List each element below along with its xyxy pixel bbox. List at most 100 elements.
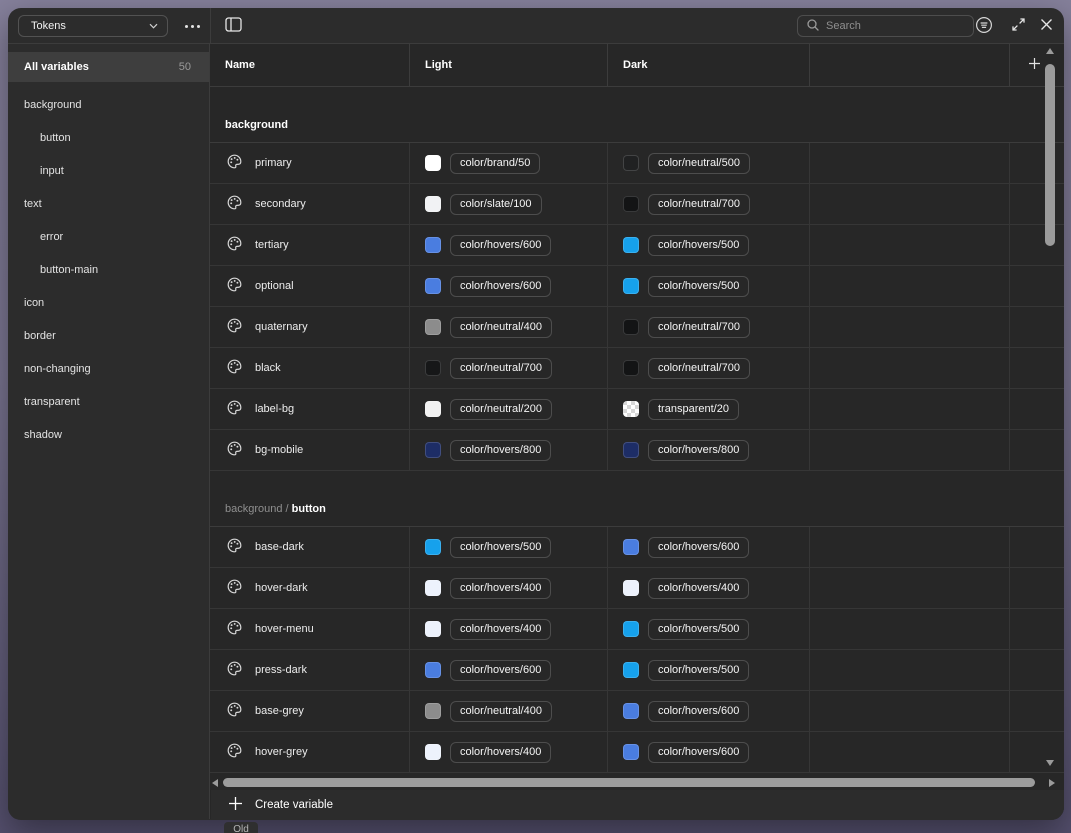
sidebar-item-background[interactable]: background: [8, 89, 209, 122]
scroll-up-arrow[interactable]: [1046, 48, 1054, 54]
search-field[interactable]: [797, 15, 974, 37]
sidebar-item-all-variables[interactable]: All variables 50: [8, 52, 209, 82]
token-pill[interactable]: color/neutral/400: [450, 701, 552, 722]
scroll-right-arrow[interactable]: [1049, 779, 1055, 787]
color-swatch[interactable]: [623, 155, 639, 171]
sidebar-item-non-changing[interactable]: non-changing: [8, 353, 209, 386]
color-swatch[interactable]: [623, 237, 639, 253]
color-swatch[interactable]: [425, 155, 441, 171]
expand-button[interactable]: [1008, 16, 1028, 36]
token-pill[interactable]: color/hovers/500: [648, 660, 749, 681]
token-pill[interactable]: color/hovers/600: [648, 701, 749, 722]
table-row[interactable]: blackcolor/neutral/700color/neutral/700: [210, 348, 1064, 389]
token-pill[interactable]: color/neutral/700: [450, 358, 552, 379]
token-pill[interactable]: color/hovers/600: [450, 276, 551, 297]
table-row[interactable]: press-darkcolor/hovers/600color/hovers/5…: [210, 650, 1064, 691]
token-pill[interactable]: color/neutral/700: [648, 317, 750, 338]
table-row[interactable]: hover-darkcolor/hovers/400color/hovers/4…: [210, 568, 1064, 609]
color-swatch[interactable]: [623, 539, 639, 555]
vertical-scrollbar[interactable]: [1044, 48, 1056, 770]
table-row[interactable]: secondarycolor/slate/100color/neutral/70…: [210, 184, 1064, 225]
token-pill[interactable]: color/hovers/600: [648, 537, 749, 558]
color-swatch[interactable]: [623, 580, 639, 596]
color-swatch[interactable]: [623, 662, 639, 678]
table-row[interactable]: primarycolor/brand/50color/neutral/500: [210, 143, 1064, 184]
table-row[interactable]: optionalcolor/hovers/600color/hovers/500: [210, 266, 1064, 307]
sidebar-item-transparent[interactable]: transparent: [8, 386, 209, 419]
search-input[interactable]: [826, 20, 946, 32]
table-row[interactable]: bg-mobilecolor/hovers/800color/hovers/80…: [210, 430, 1064, 471]
color-swatch[interactable]: [425, 196, 441, 212]
color-swatch[interactable]: [425, 237, 441, 253]
token-pill[interactable]: color/hovers/400: [450, 578, 551, 599]
table-row[interactable]: tertiarycolor/hovers/600color/hovers/500: [210, 225, 1064, 266]
token-pill[interactable]: color/hovers/600: [450, 660, 551, 681]
color-swatch[interactable]: [425, 319, 441, 335]
table-row[interactable]: base-greycolor/neutral/400color/hovers/6…: [210, 691, 1064, 732]
color-swatch[interactable]: [425, 278, 441, 294]
sidebar-item-button-main[interactable]: button-main: [8, 254, 209, 287]
table-row[interactable]: quaternarycolor/neutral/400color/neutral…: [210, 307, 1064, 348]
token-pill[interactable]: color/neutral/400: [450, 317, 552, 338]
color-swatch[interactable]: [623, 703, 639, 719]
sidebar-item-button[interactable]: button: [8, 122, 209, 155]
color-swatch[interactable]: [425, 401, 441, 417]
color-swatch[interactable]: [425, 662, 441, 678]
sidebar-item-error[interactable]: error: [8, 221, 209, 254]
token-pill[interactable]: color/neutral/700: [648, 194, 750, 215]
token-pill[interactable]: color/hovers/500: [648, 276, 749, 297]
token-pill[interactable]: color/neutral/200: [450, 399, 552, 420]
color-swatch[interactable]: [425, 580, 441, 596]
color-swatch[interactable]: [623, 442, 639, 458]
color-swatch[interactable]: [425, 442, 441, 458]
color-swatch[interactable]: [623, 744, 639, 760]
sidebar-item-icon[interactable]: icon: [8, 287, 209, 320]
horizontal-scroll-thumb[interactable]: [223, 778, 1035, 787]
color-swatch[interactable]: [623, 360, 639, 376]
table-row[interactable]: label-bgcolor/neutral/200transparent/20: [210, 389, 1064, 430]
token-pill[interactable]: color/hovers/600: [450, 235, 551, 256]
sidebar-toggle-button[interactable]: [223, 17, 243, 35]
token-pill[interactable]: color/hovers/800: [648, 440, 749, 461]
collection-dropdown[interactable]: Tokens: [18, 15, 168, 37]
token-pill[interactable]: color/hovers/600: [648, 742, 749, 763]
color-swatch[interactable]: [623, 621, 639, 637]
vertical-scroll-thumb[interactable]: [1045, 64, 1055, 246]
scroll-down-arrow[interactable]: [1046, 760, 1054, 766]
token-pill[interactable]: color/slate/100: [450, 194, 542, 215]
token-pill[interactable]: color/hovers/500: [648, 235, 749, 256]
sidebar-item-text[interactable]: text: [8, 188, 209, 221]
token-pill[interactable]: color/hovers/800: [450, 440, 551, 461]
color-swatch[interactable]: [425, 360, 441, 376]
token-pill[interactable]: color/hovers/400: [648, 578, 749, 599]
token-pill[interactable]: color/brand/50: [450, 153, 540, 174]
create-variable-button[interactable]: Create variable: [255, 799, 333, 811]
token-pill[interactable]: color/hovers/400: [450, 742, 551, 763]
color-swatch[interactable]: [623, 319, 639, 335]
token-pill[interactable]: transparent/20: [648, 399, 739, 420]
token-pill[interactable]: color/neutral/700: [648, 358, 750, 379]
scroll-left-arrow[interactable]: [212, 779, 218, 787]
color-swatch[interactable]: [425, 539, 441, 555]
more-options-button[interactable]: [180, 16, 204, 36]
token-pill[interactable]: color/hovers/400: [450, 619, 551, 640]
table-row[interactable]: base-darkcolor/hovers/500color/hovers/60…: [210, 527, 1064, 568]
token-pill[interactable]: color/neutral/500: [648, 153, 750, 174]
sidebar-item-border[interactable]: border: [8, 320, 209, 353]
token-pill[interactable]: color/hovers/500: [450, 537, 551, 558]
color-swatch[interactable]: [425, 744, 441, 760]
color-swatch[interactable]: [425, 703, 441, 719]
color-swatch[interactable]: [623, 401, 639, 417]
sidebar-item-shadow[interactable]: shadow: [8, 419, 209, 452]
horizontal-scrollbar[interactable]: [211, 775, 1056, 790]
color-swatch[interactable]: [623, 278, 639, 294]
filter-button[interactable]: [974, 16, 994, 36]
sidebar-item-input[interactable]: input: [8, 155, 209, 188]
table-row[interactable]: hover-greycolor/hovers/400color/hovers/6…: [210, 732, 1064, 773]
close-button[interactable]: [1036, 16, 1056, 36]
color-swatch[interactable]: [425, 621, 441, 637]
color-swatch[interactable]: [623, 196, 639, 212]
tab-old[interactable]: Old: [224, 822, 258, 833]
table-row[interactable]: hover-menucolor/hovers/400color/hovers/5…: [210, 609, 1064, 650]
token-pill[interactable]: color/hovers/500: [648, 619, 749, 640]
